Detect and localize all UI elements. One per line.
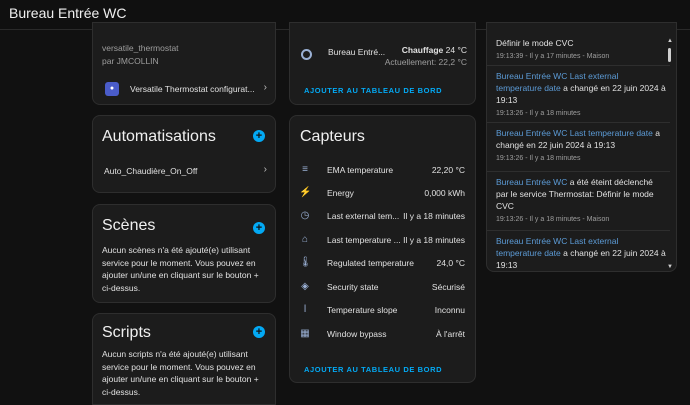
logbook-entry: Bureau Entrée WC Last external temperatu… xyxy=(496,235,666,271)
sensor-row[interactable]: ǀ Temperature slope Inconnu xyxy=(290,299,475,322)
logbook-divider xyxy=(487,230,670,231)
add-automation-icon[interactable]: + xyxy=(253,130,265,142)
logbook-timestamp: 19:13:39 - Il y a 17 minutes - Maison xyxy=(496,53,610,60)
logbook-divider xyxy=(487,65,670,66)
scrollbar[interactable]: ▲ ▼ xyxy=(667,38,673,270)
sensor-name: Window bypass xyxy=(327,329,387,339)
page-title: Bureau Entrée WC xyxy=(9,5,127,21)
scripts-empty-text: Aucun scripts n'a été ajouté(e) utilisan… xyxy=(102,349,259,397)
automation-item-label: Auto_Chaudière_On_Off xyxy=(104,166,198,176)
automations-card: Automatisations + Auto_Chaudière_On_Off … xyxy=(92,115,276,193)
logbook-entry: Bureau Entrée WC Last external temperatu… xyxy=(496,70,666,120)
sensor-name: Temperature slope xyxy=(327,305,398,315)
logbook-timestamp: 19:13:26 - Il y a 18 minutes xyxy=(496,155,581,162)
logbook-timestamp: 19:13:26 - Il y a 18 minutes - Maison xyxy=(496,216,610,223)
device-model: versatile_thermostat xyxy=(102,43,179,53)
sensor-name: Last external tem... xyxy=(327,211,400,221)
logbook-divider xyxy=(487,171,670,172)
logbook-entity-link[interactable]: Bureau Entrée WC xyxy=(496,177,567,187)
thermometer-icon: ǀ xyxy=(303,304,307,315)
sensor-value: 22,20 °C xyxy=(431,165,465,175)
sensor-value: Sécurisé xyxy=(431,282,465,292)
scrollbar-thumb[interactable] xyxy=(668,48,671,62)
scenes-card: Scènes + Aucun scènes n'a été ajouté(e) … xyxy=(92,204,276,303)
flash-icon: ⚡ xyxy=(299,187,312,198)
sensors-card: Capteurs ≡ EMA temperature 22,20 °C ⚡ Energy… xyxy=(289,115,476,383)
scroll-up-icon[interactable]: ▲ xyxy=(667,38,673,44)
sensor-row[interactable]: ⚡ Energy 0,000 kWh xyxy=(290,182,475,205)
sensor-value: Inconnu xyxy=(434,305,465,315)
versatile-thermostat-icon: ● xyxy=(105,82,119,96)
add-script-icon[interactable]: + xyxy=(253,326,265,338)
logbook-entity-link[interactable]: Bureau Entrée WC Last temperature date xyxy=(496,128,653,138)
scroll-down-icon[interactable]: ▼ xyxy=(667,264,673,270)
climate-entity-name: Bureau Entré... xyxy=(328,47,386,57)
sensor-row[interactable]: 🌡 Regulated temperature 24,0 °C xyxy=(290,252,475,275)
climate-mode: Chauffage 24 °C xyxy=(401,45,467,55)
device-manufacturer: par JMCOLLIN xyxy=(102,56,159,66)
controls-card: Bureau Entré... Chauffage 24 °C Actuelle… xyxy=(289,22,476,105)
add-to-dashboard-button[interactable]: AJOUTER AU TABLEAU DE BORD xyxy=(304,86,442,95)
thermometer-lines-icon: ≡ xyxy=(302,164,308,175)
thermometer-auto-icon: 🌡 xyxy=(299,257,312,268)
sensor-value: Il y a 18 minutes xyxy=(403,235,465,245)
chevron-right-icon: › xyxy=(263,82,267,93)
sensor-name: Regulated temperature xyxy=(327,258,414,268)
scripts-card: Scripts + Aucun scripts n'a été ajouté(e… xyxy=(92,313,276,405)
add-to-dashboard-button[interactable]: AJOUTER AU TABLEAU DE BORD xyxy=(304,365,442,374)
climate-entity-row[interactable]: Bureau Entré... Chauffage 24 °C Actuelle… xyxy=(290,41,475,71)
sensors-title: Capteurs xyxy=(300,128,365,145)
sensor-name: Last temperature ... xyxy=(327,235,401,245)
logbook-message: Définir le mode CVC xyxy=(496,38,574,48)
home-clock-icon: ⌂ xyxy=(301,234,309,245)
automation-item[interactable]: Auto_Chaudière_On_Off › xyxy=(93,162,275,182)
climate-current-temp: Actuellement: 22,2 °C xyxy=(384,57,467,67)
integration-row[interactable]: ● Versatile Thermostat configurat... › xyxy=(93,79,275,101)
sensor-value: 0,000 kWh xyxy=(424,188,465,198)
sensor-name: Energy xyxy=(327,188,354,198)
logbook-divider xyxy=(487,122,670,123)
scenes-title: Scènes xyxy=(102,217,156,234)
sensor-value: À l'arrêt xyxy=(435,329,465,339)
clock-alert-icon: ◷ xyxy=(300,210,310,221)
sensor-name: Security state xyxy=(327,282,379,292)
sensor-row[interactable]: ≡ EMA temperature 22,20 °C xyxy=(290,159,475,182)
window-icon: ▦ xyxy=(300,328,310,339)
logbook-entry: Bureau Entrée WC Last temperature date a… xyxy=(496,127,666,165)
automations-title: Automatisations xyxy=(102,128,216,145)
thermostat-icon xyxy=(301,49,312,60)
sensor-row[interactable]: ▦ Window bypass À l'arrêt xyxy=(290,323,475,346)
logbook-entry: Définir le mode CVC 19:13:39 - Il y a 17 … xyxy=(496,37,666,63)
sensor-name: EMA temperature xyxy=(327,165,394,175)
logbook-timestamp: 19:13:26 - Il y a 18 minutes xyxy=(496,110,581,117)
sensor-value: Il y a 18 minutes xyxy=(403,211,465,221)
sensor-row[interactable]: ⌂ Last temperature ... Il y a 18 minutes xyxy=(290,229,475,252)
scripts-title: Scripts xyxy=(102,324,151,341)
sensor-value: 24,0 °C xyxy=(436,258,465,268)
scenes-empty-text: Aucun scènes n'a été ajouté(e) utilisant… xyxy=(102,245,259,293)
sensor-row[interactable]: ◈ Security state Sécurisé xyxy=(290,276,475,299)
shield-check-icon: ◈ xyxy=(301,281,309,292)
integration-label: Versatile Thermostat configurat... xyxy=(130,84,255,94)
device-info-card: versatile_thermostat par JMCOLLIN ● Vers… xyxy=(92,22,276,105)
logbook-entry: Bureau Entrée WC a été éteint déclenché … xyxy=(496,176,666,226)
chevron-right-icon: › xyxy=(263,164,267,175)
add-scene-icon[interactable]: + xyxy=(253,222,265,234)
sensor-row[interactable]: ◷ Last external tem... Il y a 18 minutes xyxy=(290,205,475,228)
logbook-card: Définir le mode CVC 19:13:39 - Il y a 17 … xyxy=(486,22,677,272)
